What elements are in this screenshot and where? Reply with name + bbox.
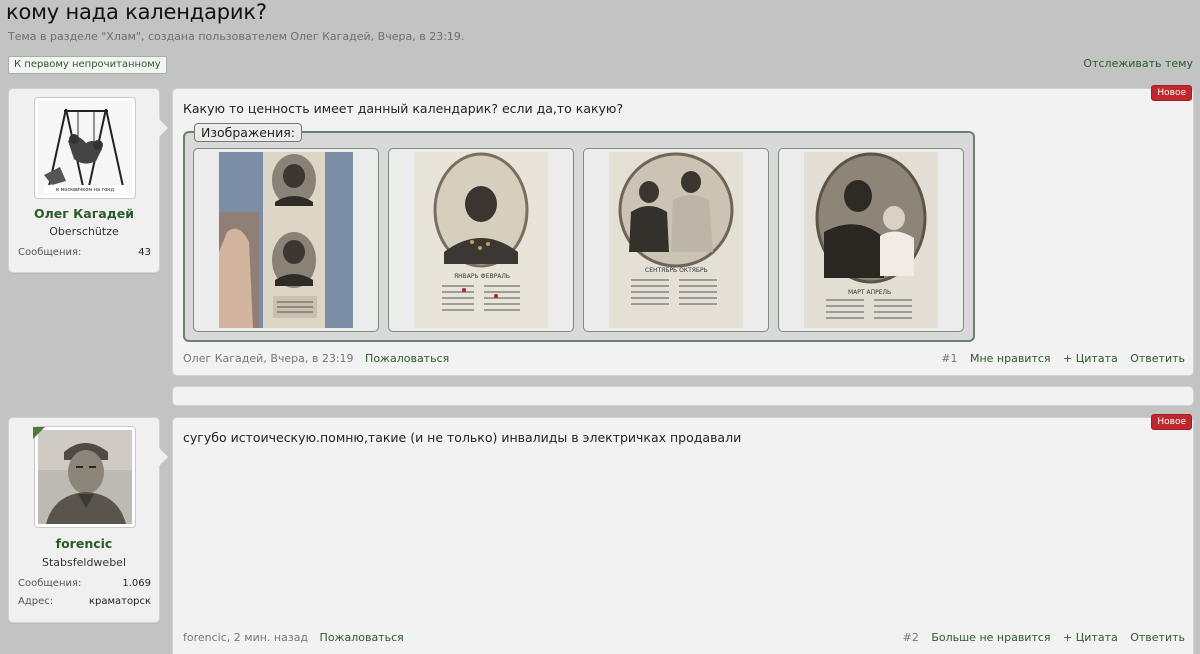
report-link[interactable]: Пожаловаться [320, 631, 404, 644]
calendar-photo-4-icon: МАРТ АПРЕЛЬ [804, 152, 938, 328]
attachments-box: Изображения: ЯНВАРЬ ФЕВРАЛЬ СЕНТЯБРЬ ОКТ… [183, 123, 975, 342]
user-stat-messages: Сообщения: 43 [18, 247, 151, 258]
new-badge: Новое [1151, 85, 1192, 101]
post-actions: #1 Мне нравится + Цитата Ответить [932, 352, 1185, 365]
attachments-label: Изображения: [194, 123, 302, 142]
svg-text:СЕНТЯБРЬ ОКТЯБРЬ: СЕНТЯБРЬ ОКТЯБРЬ [645, 267, 708, 274]
avatar[interactable] [34, 426, 136, 528]
post-meta: Олег Кагадей, Вчера, в 23:19 Пожаловатьс… [183, 352, 450, 365]
calendar-photo-2-icon: ЯНВАРЬ ФЕВРАЛЬ [414, 152, 548, 328]
username[interactable]: Олег Кагадей [9, 206, 159, 221]
post-1: Новое Какую то ценность имеет данный кал… [172, 85, 1194, 376]
svg-text:в москвичком на гонд: в москвичком на гонд [56, 187, 115, 193]
stat-label: Адрес: [18, 596, 54, 607]
post-separator [172, 386, 1194, 406]
post-actions: #2 Больше не нравится + Цитата Ответить [894, 631, 1185, 644]
page-title: кому нада календарик? [6, 0, 267, 24]
username[interactable]: forencic [9, 536, 159, 551]
user-stat-messages: Сообщения: 1.069 [18, 578, 151, 589]
avatar[interactable]: в москвичком на гонд [34, 97, 136, 199]
post-text: сугубо истоическую.помню,такие (и не тол… [183, 430, 742, 445]
soldier-portrait-icon [38, 430, 132, 524]
new-badge: Новое [1151, 414, 1192, 430]
post-meta: forencic, 2 мин. назад Пожаловаться [183, 631, 404, 644]
post-author[interactable]: forencic [183, 631, 227, 644]
post-2: Новое сугубо истоическую.помню,такие (и … [172, 414, 1194, 654]
first-unread-button[interactable]: К первому непрочитанному [8, 56, 167, 74]
attachment-thumbnail[interactable]: ЯНВАРЬ ФЕВРАЛЬ [388, 148, 574, 332]
unlike-link[interactable]: Больше не нравится [931, 631, 1050, 644]
user-card: forencic Stabsfeldwebel Сообщения: 1.069… [8, 417, 168, 623]
post-time[interactable]: 2 мин. назад [234, 631, 308, 644]
calendar-photo-3-icon: СЕНТЯБРЬ ОКТЯБРЬ [609, 152, 743, 328]
attachment-thumbnail[interactable] [193, 148, 379, 332]
card-arrow [159, 119, 168, 137]
report-link[interactable]: Пожаловаться [365, 352, 449, 365]
user-rank: Oberschütze [49, 225, 119, 238]
quote-link[interactable]: + Цитата [1063, 352, 1118, 365]
thread-subtitle: Тема в разделе "Хлам", создана пользоват… [8, 30, 465, 43]
reply-link[interactable]: Ответить [1130, 631, 1185, 644]
stat-value[interactable]: 1.069 [122, 578, 151, 589]
post-number[interactable]: #1 [941, 352, 957, 365]
user-rank: Stabsfeldwebel [42, 556, 126, 569]
user-stat-address: Адрес: краматорск [18, 596, 151, 607]
attachment-thumbnail[interactable]: СЕНТЯБРЬ ОКТЯБРЬ [583, 148, 769, 332]
stat-label: Сообщения: [18, 578, 82, 589]
stat-value: краматорск [88, 596, 151, 607]
swing-drawing-icon: в москвичком на гонд [38, 101, 132, 195]
attachment-thumbnail[interactable]: МАРТ АПРЕЛЬ [778, 148, 964, 332]
post-number[interactable]: #2 [903, 631, 919, 644]
watch-thread-link[interactable]: Отслеживать тему [1083, 57, 1193, 70]
stat-value[interactable]: 43 [138, 247, 151, 258]
stat-label: Сообщения: [18, 247, 82, 258]
calendar-photo-1-icon [219, 152, 353, 328]
card-arrow [159, 448, 168, 466]
svg-text:МАРТ АПРЕЛЬ: МАРТ АПРЕЛЬ [848, 289, 891, 296]
quote-link[interactable]: + Цитата [1063, 631, 1118, 644]
post-text: Какую то ценность имеет данный календари… [183, 101, 624, 116]
reply-link[interactable]: Ответить [1130, 352, 1185, 365]
online-indicator [33, 427, 45, 439]
like-link[interactable]: Мне нравится [970, 352, 1051, 365]
post-time[interactable]: Вчера, в 23:19 [270, 352, 353, 365]
svg-text:ЯНВАРЬ ФЕВРАЛЬ: ЯНВАРЬ ФЕВРАЛЬ [454, 273, 510, 280]
user-card: в москвичком на гонд Олег Кагадей Obersc… [8, 88, 168, 273]
post-author[interactable]: Олег Кагадей [183, 352, 263, 365]
